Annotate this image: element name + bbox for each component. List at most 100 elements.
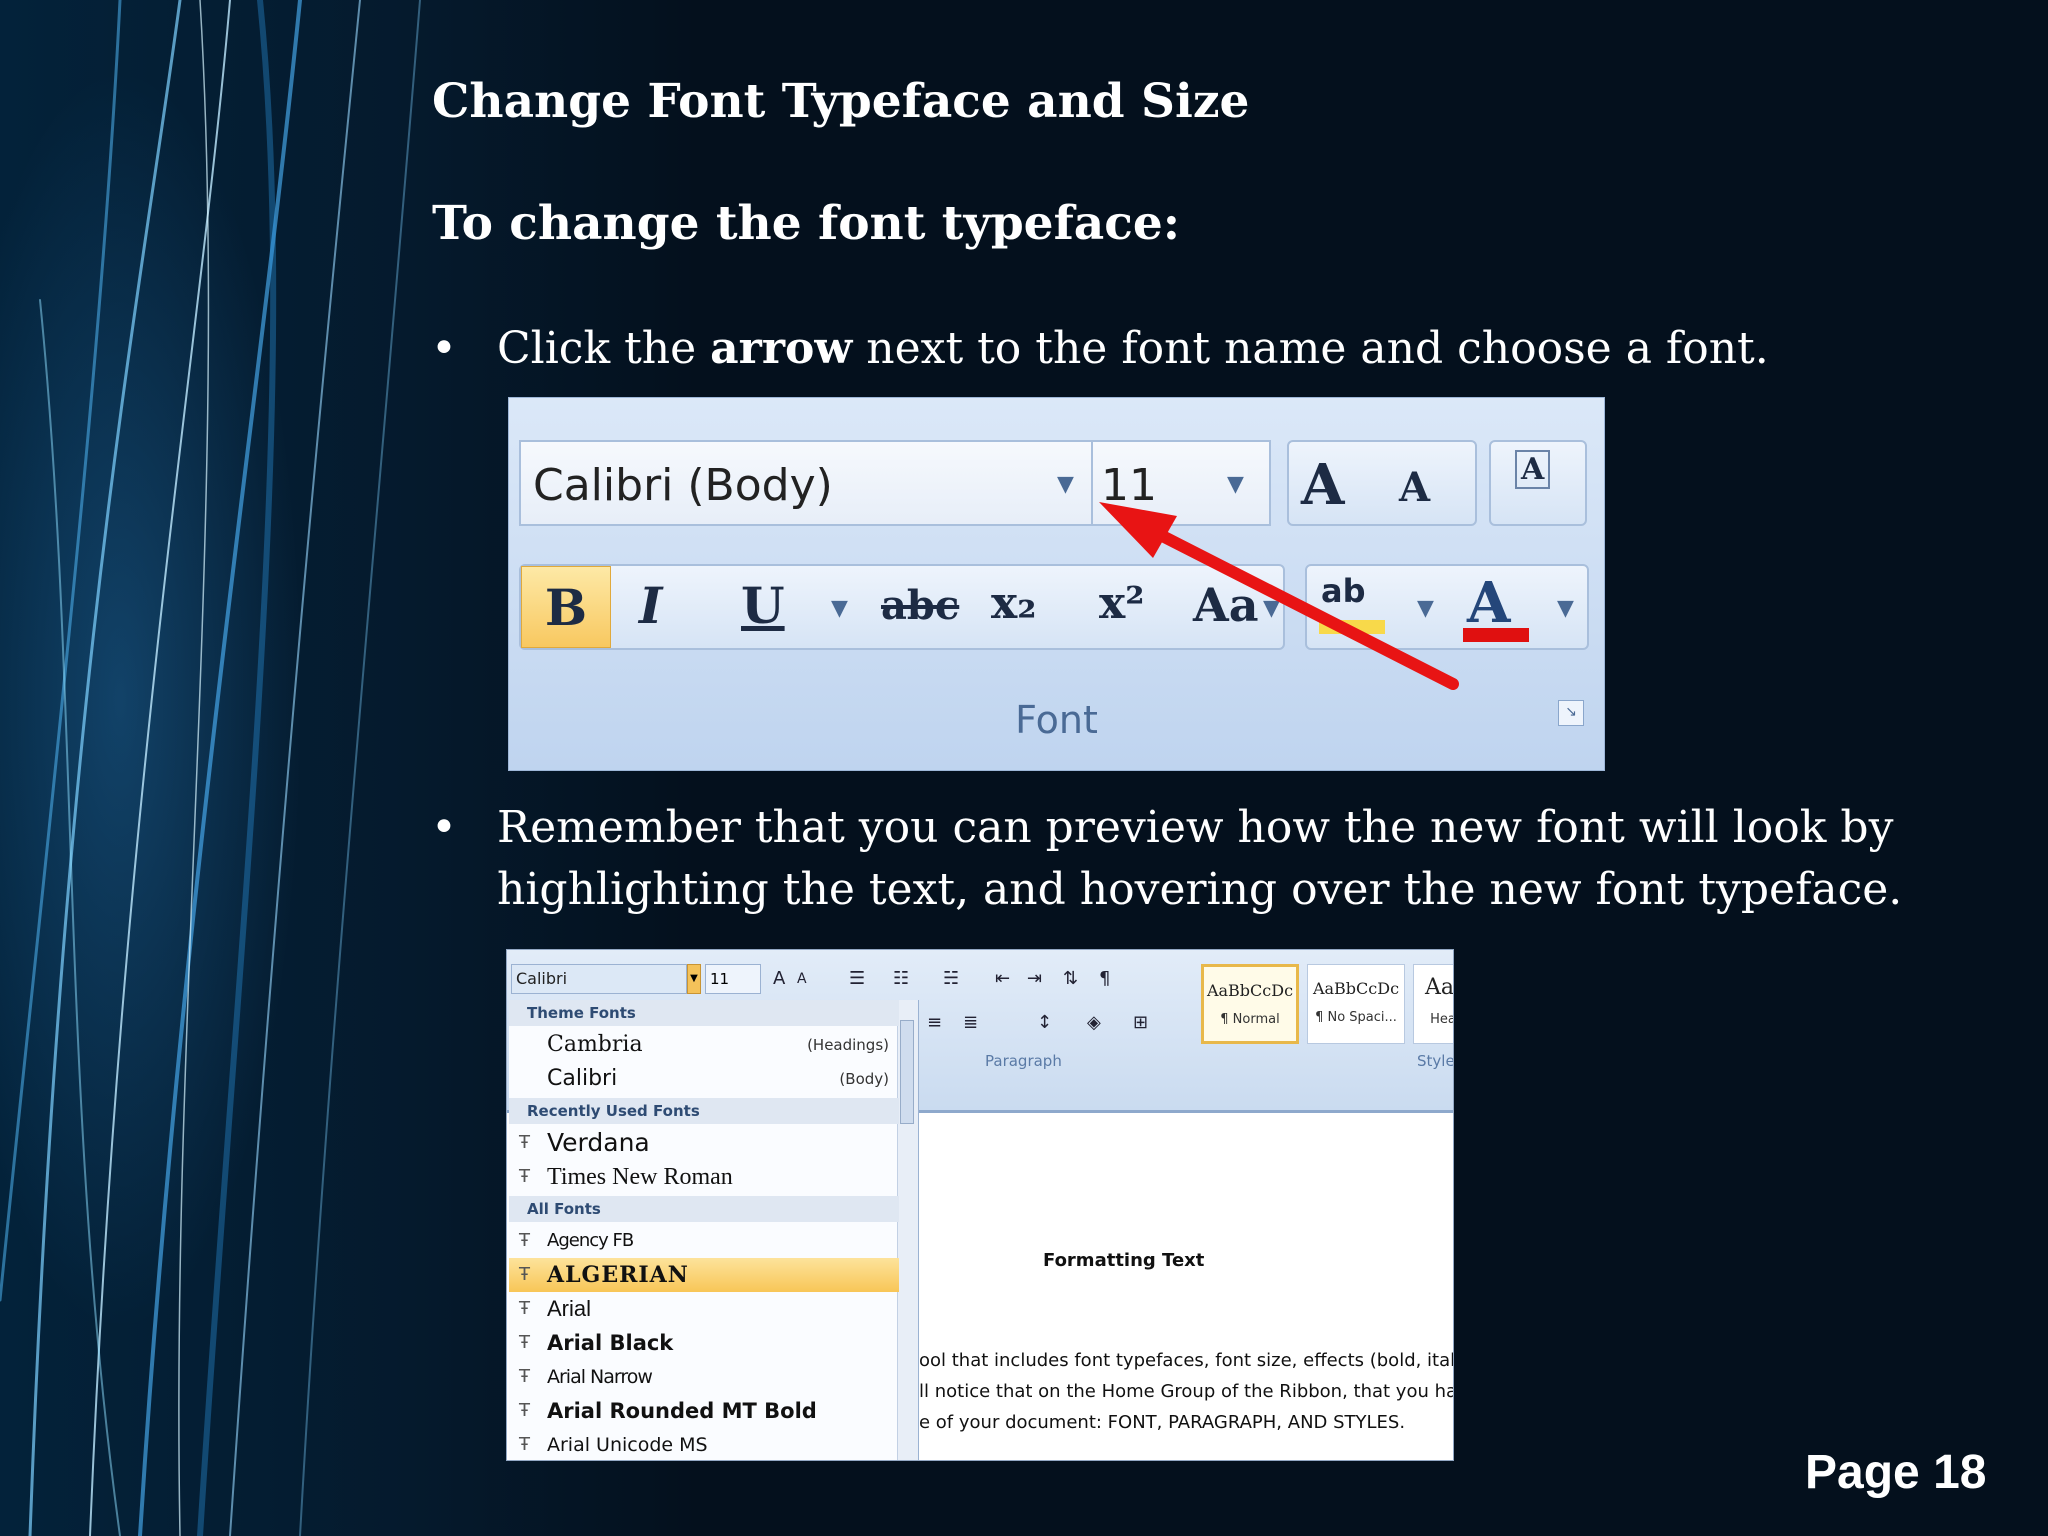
strikethrough-button[interactable]: abc: [881, 582, 959, 629]
superscript-button[interactable]: x²: [1099, 578, 1145, 629]
theme-fonts-header: Theme Fonts: [509, 1000, 899, 1026]
subscript-button[interactable]: x₂: [991, 578, 1037, 629]
mini-outdent-icon[interactable]: ⇥: [1027, 964, 1042, 994]
style-no-spacing-name: ¶ No Spaci...: [1315, 1010, 1397, 1025]
mini-styles-label: Style: [1417, 1052, 1454, 1070]
page-number: Page 18: [1805, 1446, 1987, 1499]
bullet1-suffix: next to the font name and choose a font.: [852, 323, 1769, 374]
bullet1-bold: arrow: [710, 323, 853, 374]
bullet-click-arrow: • Click the arrow next to the font name …: [431, 318, 1997, 380]
style-no-spacing[interactable]: AaBbCcDc ¶ No Spaci...: [1307, 964, 1405, 1044]
font-item-tag: (Body): [839, 1070, 889, 1088]
mini-indent-icon[interactable]: ⇤: [995, 964, 1010, 994]
style-normal-name: ¶ Normal: [1220, 1012, 1280, 1027]
mini-font-box[interactable]: Calibri: [511, 964, 687, 994]
bold-button[interactable]: B: [521, 566, 611, 648]
mini-align-right-icon[interactable]: ≣: [963, 1008, 978, 1038]
font-item-tag: (Headings): [807, 1036, 889, 1054]
format-buttons-group: B I U ▼ abc x₂ x² Aa ▼: [519, 564, 1285, 650]
mini-font-dropdown-icon[interactable]: ▼: [687, 964, 701, 994]
change-case-button[interactable]: Aa: [1193, 578, 1259, 632]
font-color-dropdown-arrow-icon[interactable]: ▼: [1557, 596, 1574, 621]
font-item-arial-narrow[interactable]: Ŧ Arial Narrow: [509, 1360, 899, 1394]
font-item-name: ALGERIAN: [547, 1262, 689, 1288]
underline-button[interactable]: U: [741, 576, 785, 635]
font-name-combobox[interactable]: Calibri (Body) ▼: [519, 440, 1095, 526]
font-item-algerian[interactable]: Ŧ ALGERIAN: [509, 1258, 899, 1292]
font-item-name: Arial Rounded MT Bold: [547, 1399, 817, 1423]
font-item-calibri[interactable]: Calibri (Body): [509, 1062, 899, 1096]
style-heading-preview: Aal: [1424, 975, 1454, 1000]
font-group-label: Font: [1015, 698, 1098, 742]
italic-button[interactable]: I: [639, 576, 662, 635]
mini-numbering-icon[interactable]: ☷: [893, 964, 909, 994]
truetype-icon: Ŧ: [519, 1434, 530, 1455]
clear-format-group: A: [1489, 440, 1587, 526]
document-line-2: ll notice that on the Home Group of the …: [919, 1381, 1454, 1402]
style-heading[interactable]: Aal Hea: [1413, 964, 1454, 1044]
font-size-dropdown-arrow-icon[interactable]: ▼: [1227, 472, 1244, 497]
truetype-icon: Ŧ: [519, 1298, 530, 1319]
font-item-name: Arial Black: [547, 1331, 674, 1355]
color-buttons-group: ab ▼ A ▼: [1305, 564, 1589, 650]
dropdown-scrollbar[interactable]: [897, 1000, 918, 1460]
mini-borders-icon[interactable]: ⊞: [1133, 1008, 1148, 1038]
truetype-icon: Ŧ: [519, 1230, 530, 1251]
font-item-arial-black[interactable]: Ŧ Arial Black: [509, 1326, 899, 1360]
font-dropdown-list[interactable]: Theme Fonts Cambria (Headings) Calibri (…: [509, 1000, 919, 1460]
mini-shrink-font-icon[interactable]: A: [797, 964, 807, 994]
font-item-name: Agency FB: [547, 1230, 634, 1251]
highlight-color-swatch: [1319, 620, 1385, 634]
bullet-dot: •: [431, 323, 457, 374]
mini-bullets-icon[interactable]: ☰: [849, 964, 865, 994]
shrink-font-button[interactable]: A: [1399, 464, 1430, 511]
mini-multilevel-icon[interactable]: ☵: [943, 964, 959, 994]
font-item-name: Times New Roman: [547, 1164, 733, 1190]
font-item-arial-unicode[interactable]: Ŧ Arial Unicode MS: [509, 1428, 899, 1460]
font-item-arial[interactable]: Ŧ Arial: [509, 1292, 899, 1326]
style-no-spacing-preview: AaBbCcDc: [1312, 979, 1400, 998]
slide-subheading: To change the font typeface:: [432, 196, 1181, 251]
font-dropdown-image: Calibri ▼ 11 A A ☰ ☷ ☵ ⇤ ⇥ ⇅ ¶ ≡ ≣ ↕ ◈ ⊞…: [506, 949, 1454, 1461]
truetype-icon: Ŧ: [519, 1400, 530, 1421]
mini-shading-icon[interactable]: ◈: [1087, 1008, 1101, 1038]
highlight-button[interactable]: ab: [1321, 572, 1366, 610]
truetype-icon: Ŧ: [519, 1132, 530, 1153]
mini-align-icon[interactable]: ≡: [927, 1008, 942, 1038]
style-normal[interactable]: AaBbCcDc ¶ Normal: [1201, 964, 1299, 1044]
font-item-cambria[interactable]: Cambria (Headings): [509, 1028, 899, 1062]
font-item-times-new-roman[interactable]: Ŧ Times New Roman: [509, 1160, 899, 1194]
truetype-icon: Ŧ: [519, 1264, 530, 1285]
highlight-dropdown-arrow-icon[interactable]: ▼: [1417, 596, 1434, 621]
document-title: Formatting Text: [1043, 1250, 1205, 1271]
mini-grow-font-icon[interactable]: A: [773, 964, 785, 994]
font-item-name: Calibri: [547, 1066, 618, 1091]
mini-size-box[interactable]: 11: [705, 964, 761, 994]
mini-sort-icon[interactable]: ⇅: [1063, 964, 1078, 994]
mini-line-spacing-icon[interactable]: ↕: [1037, 1008, 1052, 1038]
underline-dropdown-arrow-icon[interactable]: ▼: [831, 596, 848, 621]
font-item-name: Verdana: [547, 1128, 650, 1157]
slide-heading: Change Font Typeface and Size: [432, 74, 1250, 129]
font-name-value: Calibri (Body): [533, 460, 833, 511]
scrollbar-thumb[interactable]: [900, 1020, 914, 1124]
clear-formatting-button[interactable]: A: [1515, 450, 1551, 489]
recent-fonts-header: Recently Used Fonts: [509, 1098, 899, 1124]
truetype-icon: Ŧ: [519, 1166, 530, 1187]
style-normal-preview: AaBbCcDc: [1206, 981, 1294, 1000]
font-item-name: Arial Narrow: [547, 1366, 653, 1388]
font-item-verdana[interactable]: Ŧ Verdana: [509, 1126, 899, 1160]
document-line-1: ool that includes font typefaces, font s…: [919, 1350, 1454, 1371]
font-item-arial-rounded[interactable]: Ŧ Arial Rounded MT Bold: [509, 1394, 899, 1428]
font-dropdown-arrow-icon[interactable]: ▼: [1057, 472, 1074, 497]
grow-font-button[interactable]: A: [1301, 452, 1344, 518]
font-item-agency-fb[interactable]: Ŧ Agency FB: [509, 1224, 899, 1258]
light-streaks-decoration: [0, 0, 421, 1536]
mini-pilcrow-icon[interactable]: ¶: [1099, 964, 1110, 994]
font-color-button[interactable]: A: [1467, 570, 1510, 636]
font-size-combobox[interactable]: 11 ▼: [1091, 440, 1271, 526]
font-item-name: Arial Unicode MS: [547, 1434, 708, 1456]
change-case-dropdown-arrow-icon[interactable]: ▼: [1263, 596, 1280, 621]
dialog-launcher-icon[interactable]: ↘: [1558, 700, 1584, 726]
all-fonts-header: All Fonts: [509, 1196, 899, 1222]
